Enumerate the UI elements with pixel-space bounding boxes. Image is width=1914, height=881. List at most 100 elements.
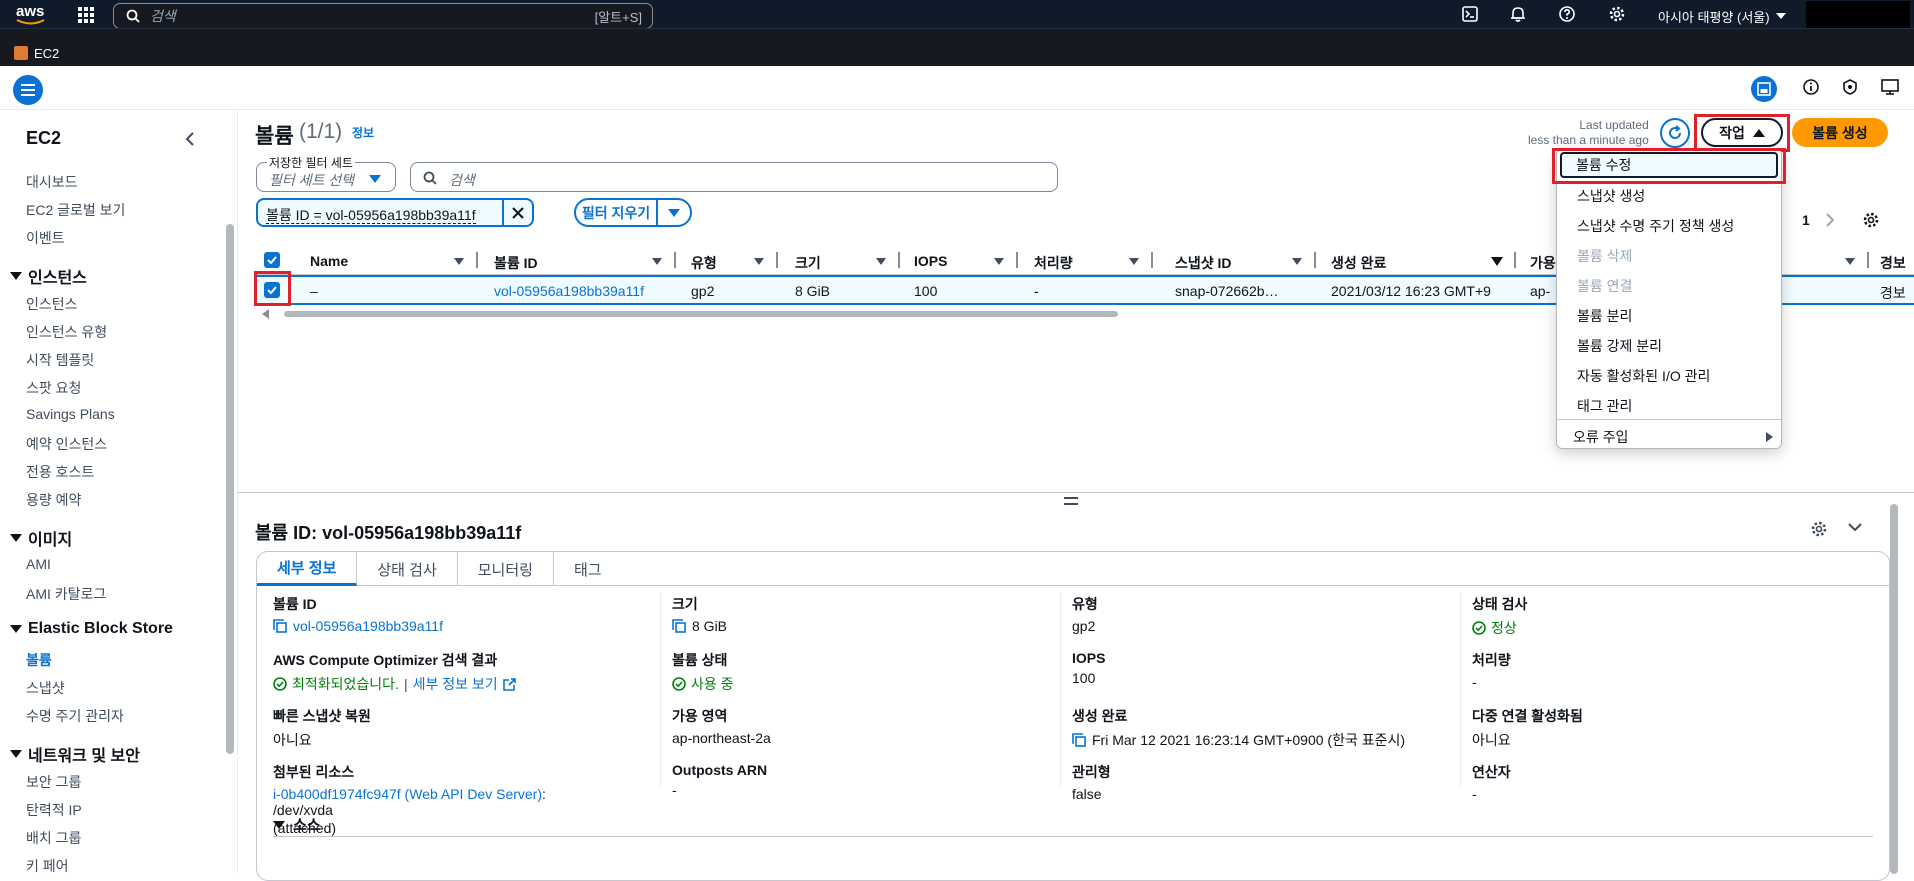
column-header-alarm[interactable]: 경보 (1880, 253, 1906, 273)
scroll-left-icon[interactable] (262, 309, 270, 319)
services-grid-icon[interactable] (78, 7, 94, 23)
source-section-toggle[interactable]: 소스 (273, 814, 321, 835)
details-scrollbar[interactable] (1890, 504, 1898, 874)
saved-filter-select[interactable]: 저장한 필터 세트 필터 세트 선택 (256, 154, 396, 192)
column-divider[interactable] (476, 252, 478, 268)
column-divider[interactable] (1151, 252, 1153, 268)
sidebar-scrollbar[interactable] (226, 224, 234, 754)
column-header-name[interactable]: Name (310, 253, 348, 269)
sidebar-item-lifecycle-manager[interactable]: 수명 주기 관리자 (26, 706, 124, 726)
resize-handle[interactable] (1064, 497, 1078, 505)
scrollbar-thumb[interactable] (284, 311, 1118, 317)
region-selector[interactable]: 아시아 태평양 (서울) (1658, 7, 1786, 26)
sidebar-item-snapshots[interactable]: 스냅샷 (26, 678, 65, 698)
table-settings-gear-icon[interactable] (1863, 212, 1879, 228)
column-header-created[interactable]: 생성 완료 (1331, 253, 1386, 273)
service-name[interactable]: EC2 (34, 46, 59, 61)
sort-caret-icon[interactable] (754, 258, 764, 265)
sidebar-item-events[interactable]: 이벤트 (26, 228, 65, 248)
column-divider[interactable] (776, 252, 778, 268)
view-details-link[interactable]: 세부 정보 보기 (413, 674, 498, 694)
sidebar-item-placement-groups[interactable]: 배치 그룹 (26, 828, 81, 848)
sidebar-section-ebs[interactable]: Elastic Block Store (10, 620, 173, 638)
remove-filter-icon[interactable] (502, 200, 532, 225)
sidebar-item-elastic-ips[interactable]: 탄력적 IP (26, 800, 82, 820)
sidebar-item-global-view[interactable]: EC2 글로벌 보기 (26, 200, 125, 220)
sidebar-item-dashboard[interactable]: 대시보드 (26, 172, 78, 192)
clear-filters-dropdown[interactable] (656, 200, 690, 225)
sidebar-item-spot-requests[interactable]: 스팟 요청 (26, 378, 81, 398)
column-header-volume-id[interactable]: 볼륨 ID (494, 253, 538, 273)
sort-caret-icon[interactable] (876, 258, 886, 265)
clear-filters-button[interactable]: 필터 지우기 (574, 198, 692, 227)
sort-caret-icon[interactable] (454, 258, 464, 265)
security-shield-icon[interactable] (1842, 79, 1858, 95)
column-divider[interactable] (1867, 252, 1869, 268)
copy-icon[interactable] (672, 619, 686, 633)
notifications-bell-icon[interactable] (1510, 6, 1526, 23)
sort-caret-icon[interactable] (1845, 258, 1855, 265)
create-volume-button[interactable]: 볼륨 생성 (1792, 118, 1888, 147)
sidebar-item-instances[interactable]: 인스턴스 (26, 294, 78, 314)
volume-id-link[interactable]: vol-05956a198bb39a11f (293, 618, 443, 634)
column-divider[interactable] (1016, 252, 1018, 268)
column-header-az[interactable]: 가용 (1530, 253, 1556, 273)
split-panel-toggle-button[interactable] (1751, 76, 1777, 102)
sort-caret-icon[interactable] (994, 258, 1004, 265)
menu-item-manage-tags[interactable]: 태그 관리 (1577, 396, 1632, 416)
close-sidebar-icon[interactable] (185, 132, 194, 146)
cloudshell-icon[interactable] (1462, 6, 1478, 22)
column-header-throughput[interactable]: 처리량 (1034, 253, 1073, 273)
column-divider[interactable] (674, 252, 676, 268)
menu-item-detach-volume[interactable]: 볼륨 분리 (1577, 306, 1632, 326)
tab-monitoring[interactable]: 모니터링 (458, 552, 554, 586)
sort-caret-icon[interactable] (1129, 258, 1139, 265)
refresh-button[interactable] (1660, 118, 1690, 148)
tab-status-checks[interactable]: 상태 검사 (357, 552, 458, 586)
tab-tags[interactable]: 태그 (554, 552, 622, 586)
sidebar-item-reserved-instances[interactable]: 예약 인스턴스 (26, 434, 107, 454)
account-menu[interactable] (1806, 1, 1910, 31)
menu-item-fault-injection[interactable]: 오류 주입 (1573, 427, 1773, 447)
copy-icon[interactable] (1072, 733, 1086, 747)
sidebar-item-instance-types[interactable]: 인스턴스 유형 (26, 322, 107, 342)
column-header-size[interactable]: 크기 (795, 253, 821, 273)
collapse-panel-chevron-icon[interactable] (1848, 523, 1862, 532)
instance-link[interactable]: i-0b400df1974fc947f (Web API Dev Server) (273, 786, 542, 802)
menu-item-modify-volume-label[interactable]: 볼륨 수정 (1576, 155, 1631, 175)
feedback-screen-icon[interactable] (1881, 79, 1899, 95)
settings-gear-icon[interactable] (1609, 6, 1625, 22)
menu-item-create-lifecycle-policy[interactable]: 스냅샷 수명 주기 정책 생성 (1577, 216, 1734, 236)
column-header-iops[interactable]: IOPS (914, 253, 947, 269)
sidebar-item-key-pairs[interactable]: 키 페어 (26, 856, 69, 873)
page-number[interactable]: 1 (1802, 212, 1810, 228)
sidebar-item-savings-plans[interactable]: Savings Plans (26, 406, 115, 422)
global-search-input[interactable]: 검색 [알트+S] (113, 3, 653, 29)
sidebar-section-instances[interactable]: 인스턴스 (10, 264, 87, 288)
next-page-icon[interactable] (1826, 213, 1834, 227)
sort-caret-icon[interactable] (652, 258, 662, 265)
column-header-type[interactable]: 유형 (691, 253, 717, 273)
sort-desc-caret-icon[interactable] (1491, 257, 1503, 266)
sidebar-item-ami[interactable]: AMI (26, 556, 51, 572)
sidebar-section-network-security[interactable]: 네트워크 및 보안 (10, 742, 140, 766)
panel-preferences-gear-icon[interactable] (1811, 521, 1827, 537)
cell-volume-id[interactable]: vol-05956a198bb39a11f (494, 283, 644, 299)
column-header-snapshot-id[interactable]: 스냅샷 ID (1175, 253, 1232, 273)
menu-toggle-button[interactable] (13, 75, 43, 105)
copy-icon[interactable] (273, 619, 287, 633)
sort-caret-icon[interactable] (1292, 258, 1302, 265)
sidebar-item-capacity-reservations[interactable]: 용량 예약 (26, 490, 81, 510)
select-all-checkbox[interactable] (264, 252, 280, 268)
menu-item-auto-enabled-io[interactable]: 자동 활성화된 I/O 관리 (1577, 366, 1710, 386)
filter-search-input[interactable]: 검색 (410, 162, 1058, 192)
column-divider[interactable] (1314, 252, 1316, 268)
menu-item-force-detach[interactable]: 볼륨 강제 분리 (1577, 336, 1662, 356)
help-icon[interactable] (1559, 6, 1575, 22)
aws-logo[interactable]: aws (14, 3, 50, 25)
sidebar-item-dedicated-hosts[interactable]: 전용 호스트 (26, 462, 94, 482)
info-icon[interactable] (1803, 79, 1819, 95)
column-divider[interactable] (898, 252, 900, 268)
sidebar-title[interactable]: EC2 (26, 128, 61, 149)
menu-item-create-snapshot[interactable]: 스냅샷 생성 (1577, 186, 1645, 206)
